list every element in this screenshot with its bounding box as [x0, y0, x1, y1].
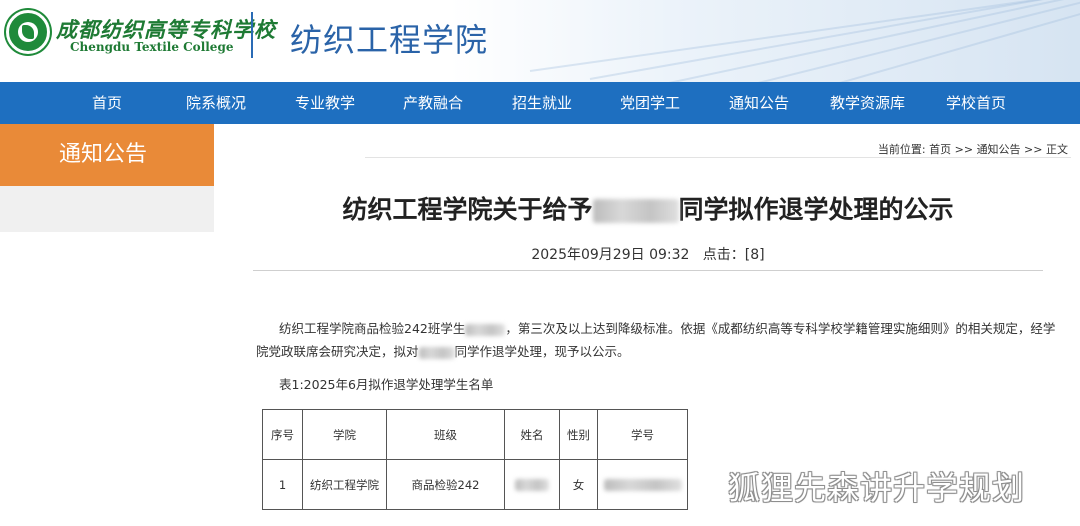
nav-item-home[interactable]: 首页 — [92, 82, 122, 124]
article-paragraph: 纺织工程学院商品检验242班学生 ，第三次及以上达到降级标准。依据《成都纺织高等专… — [256, 317, 1055, 341]
nav-item-department[interactable]: 院系概况 — [186, 82, 246, 124]
table-header-cell: 学号 — [597, 409, 688, 460]
click-count: [8] — [744, 247, 765, 263]
nav-item-resources[interactable]: 教学资源库 — [830, 82, 905, 124]
click-count-label: 点击： — [702, 247, 745, 263]
redacted-name — [592, 199, 679, 223]
table-header-cell: 性别 — [559, 409, 598, 460]
redacted-name — [515, 479, 549, 491]
article-title-part: 同学拟作退学处理的公示 — [678, 195, 954, 224]
article-meta: 2025年09月29日 09:32 点击：[8] — [253, 244, 1043, 264]
nav-item-party[interactable]: 党团学工 — [620, 82, 680, 124]
breadcrumb-divider — [365, 157, 1071, 158]
publish-date: 2025年09月29日 09:32 — [531, 247, 690, 263]
logo-english-name[interactable]: Chengdu Textile College — [70, 40, 233, 54]
paragraph-text: 院党政联席会研究决定，拟对 — [256, 344, 419, 359]
article-title: 纺织工程学院关于给予 同学拟作退学处理的公示 — [253, 190, 1043, 226]
table-cell-college: 纺织工程学院 — [302, 459, 387, 510]
college-logo-icon[interactable] — [6, 10, 50, 54]
redacted-student-id — [603, 479, 682, 491]
breadcrumb-current: 正文 — [1046, 143, 1068, 156]
paragraph-text: 同学作退学处理，现予以公示。 — [454, 344, 630, 359]
sidebar-title: 通知公告 — [0, 124, 214, 186]
nav-item-notices[interactable]: 通知公告 — [729, 82, 789, 124]
table-header-cell: 姓名 — [504, 409, 560, 460]
site-header: 成都纺织高等专科学校 Chengdu Textile College 纺织工程学… — [0, 0, 1080, 82]
watermark: 狐狸先森讲升学规划 — [728, 469, 1026, 507]
article-divider — [253, 270, 1043, 271]
header-background — [450, 0, 1080, 82]
table-cell-gender: 女 — [559, 459, 598, 510]
nav-item-admission[interactable]: 招生就业 — [512, 82, 572, 124]
main-nav: 首页 院系概况 专业教学 产教融合 招生就业 党团学工 通知公告 教学资源库 学… — [0, 82, 1080, 124]
breadcrumb-prefix: 当前位置: — [877, 143, 930, 156]
table-header-cell: 班级 — [386, 409, 505, 460]
header-divider — [251, 12, 253, 58]
sidebar-panel — [0, 186, 214, 232]
table-header-row: 序号 学院 班级 姓名 性别 学号 — [262, 409, 688, 460]
table-header-cell: 学院 — [302, 409, 387, 460]
table-cell-class: 商品检验242 — [386, 459, 505, 510]
redacted-name — [465, 323, 506, 336]
paragraph-text: ，第三次及以上达到降级标准。依据《成都纺织高等专科学校学籍管理实施细则》的相关规… — [505, 321, 1056, 336]
site-name: 纺织工程学院 — [290, 21, 489, 59]
student-table: 序号 学院 班级 姓名 性别 学号 1 纺织工程学院 商品检验242 女 — [262, 409, 688, 510]
nav-item-industry[interactable]: 产教融合 — [403, 82, 463, 124]
article-title-part: 纺织工程学院关于给予 — [342, 195, 593, 224]
table-caption: 表1:2025年6月拟作退学处理学生名单 — [279, 377, 494, 392]
table-cell-student-id — [597, 459, 688, 510]
nav-item-school-home[interactable]: 学校首页 — [946, 82, 1006, 124]
nav-item-teaching[interactable]: 专业教学 — [295, 82, 355, 124]
breadcrumb-notices[interactable]: 通知公告 — [977, 143, 1021, 156]
paragraph-text: 纺织工程学院商品检验242班学生 — [279, 321, 466, 336]
table-row: 1 纺织工程学院 商品检验242 女 — [262, 459, 688, 510]
article-paragraph: 院党政联席会研究决定，拟对 同学作退学处理，现予以公示。 — [256, 340, 1046, 364]
breadcrumb-separator: >> — [951, 143, 977, 156]
breadcrumb: 当前位置: 首页 >> 通知公告 >> 正文 — [878, 141, 1068, 157]
table-cell-no: 1 — [262, 459, 303, 510]
table-header-cell: 序号 — [262, 409, 303, 460]
redacted-name — [418, 346, 455, 359]
breadcrumb-separator: >> — [1020, 143, 1046, 156]
breadcrumb-home[interactable]: 首页 — [929, 143, 951, 156]
table-cell-name — [504, 459, 560, 510]
